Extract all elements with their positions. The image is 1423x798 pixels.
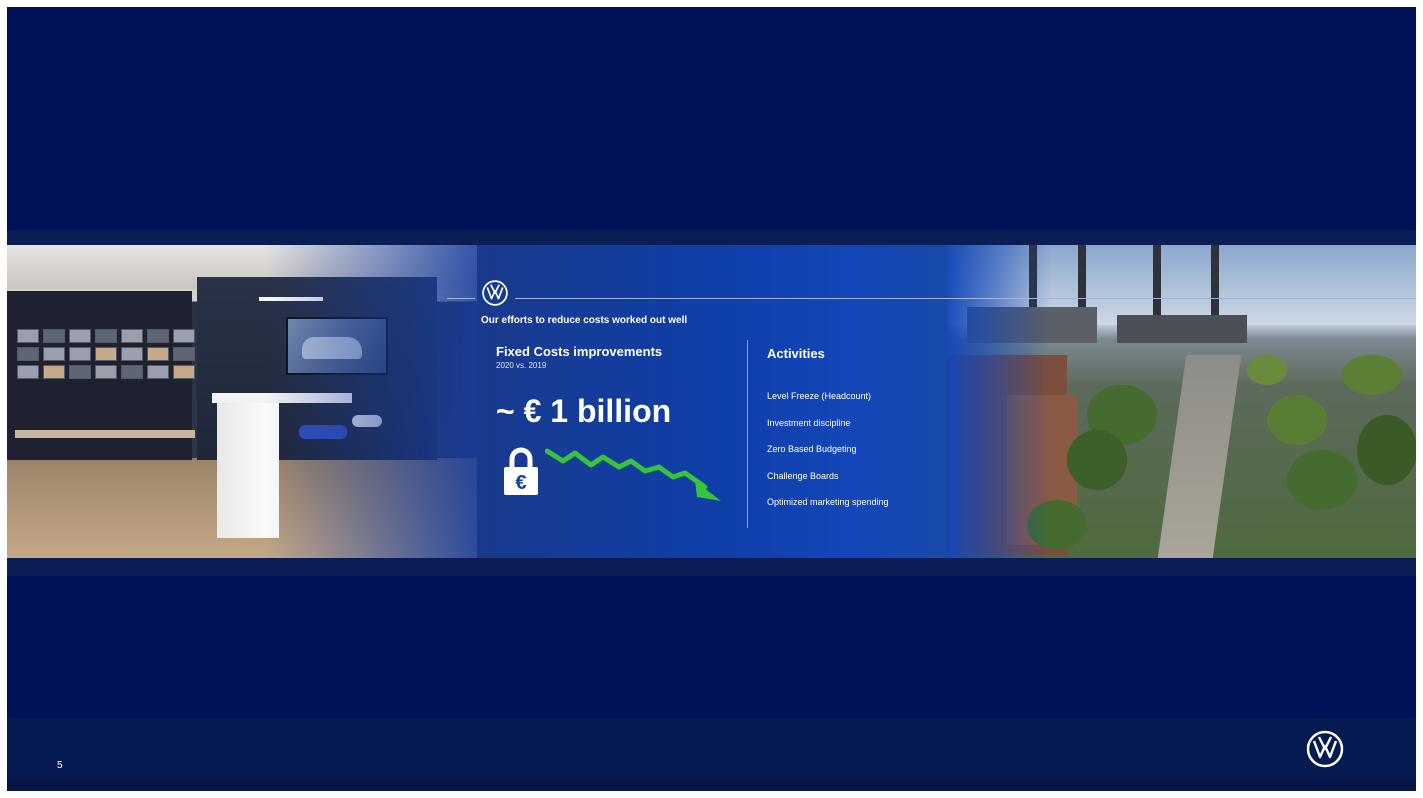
slide: Our efforts to reduce costs worked out w… <box>7 7 1416 791</box>
vw-logo-icon <box>482 280 508 306</box>
banner: Our efforts to reduce costs worked out w… <box>7 245 1416 558</box>
activities-title: Activities <box>767 346 825 361</box>
top-band <box>7 230 1416 245</box>
activity-item: Zero Based Budgeting <box>767 444 857 454</box>
activity-item: Challenge Boards <box>767 470 839 481</box>
page-number: 5 <box>57 760 63 771</box>
fixed-costs-subtitle: 2020 vs. 2019 <box>496 361 547 370</box>
showroom-photo <box>7 245 477 558</box>
activity-item: Investment discipline <box>767 417 851 428</box>
vw-logo-icon <box>1306 730 1344 768</box>
factory-aerial-photo <box>947 245 1416 558</box>
footer <box>7 718 1416 791</box>
column-divider <box>747 340 748 528</box>
header-rule-left <box>447 298 475 299</box>
euro-padlock-icon: € <box>504 447 538 495</box>
header-rule-right <box>515 298 1416 299</box>
activity-item: Level Freeze (Headcount) <box>767 391 872 401</box>
euro-symbol: € <box>515 472 526 494</box>
savings-figure: ~ € 1 billion <box>496 393 672 429</box>
activity-item: Optimized marketing spending <box>767 497 889 507</box>
fixed-costs-title: Fixed Costs improvements <box>496 344 663 359</box>
bottom-band <box>7 558 1416 576</box>
activities-list: Level Freeze (Headcount) Investment disc… <box>767 390 889 523</box>
slide-headline: Our efforts to reduce costs worked out w… <box>481 315 688 326</box>
downward-trend-arrow-icon <box>545 448 721 501</box>
